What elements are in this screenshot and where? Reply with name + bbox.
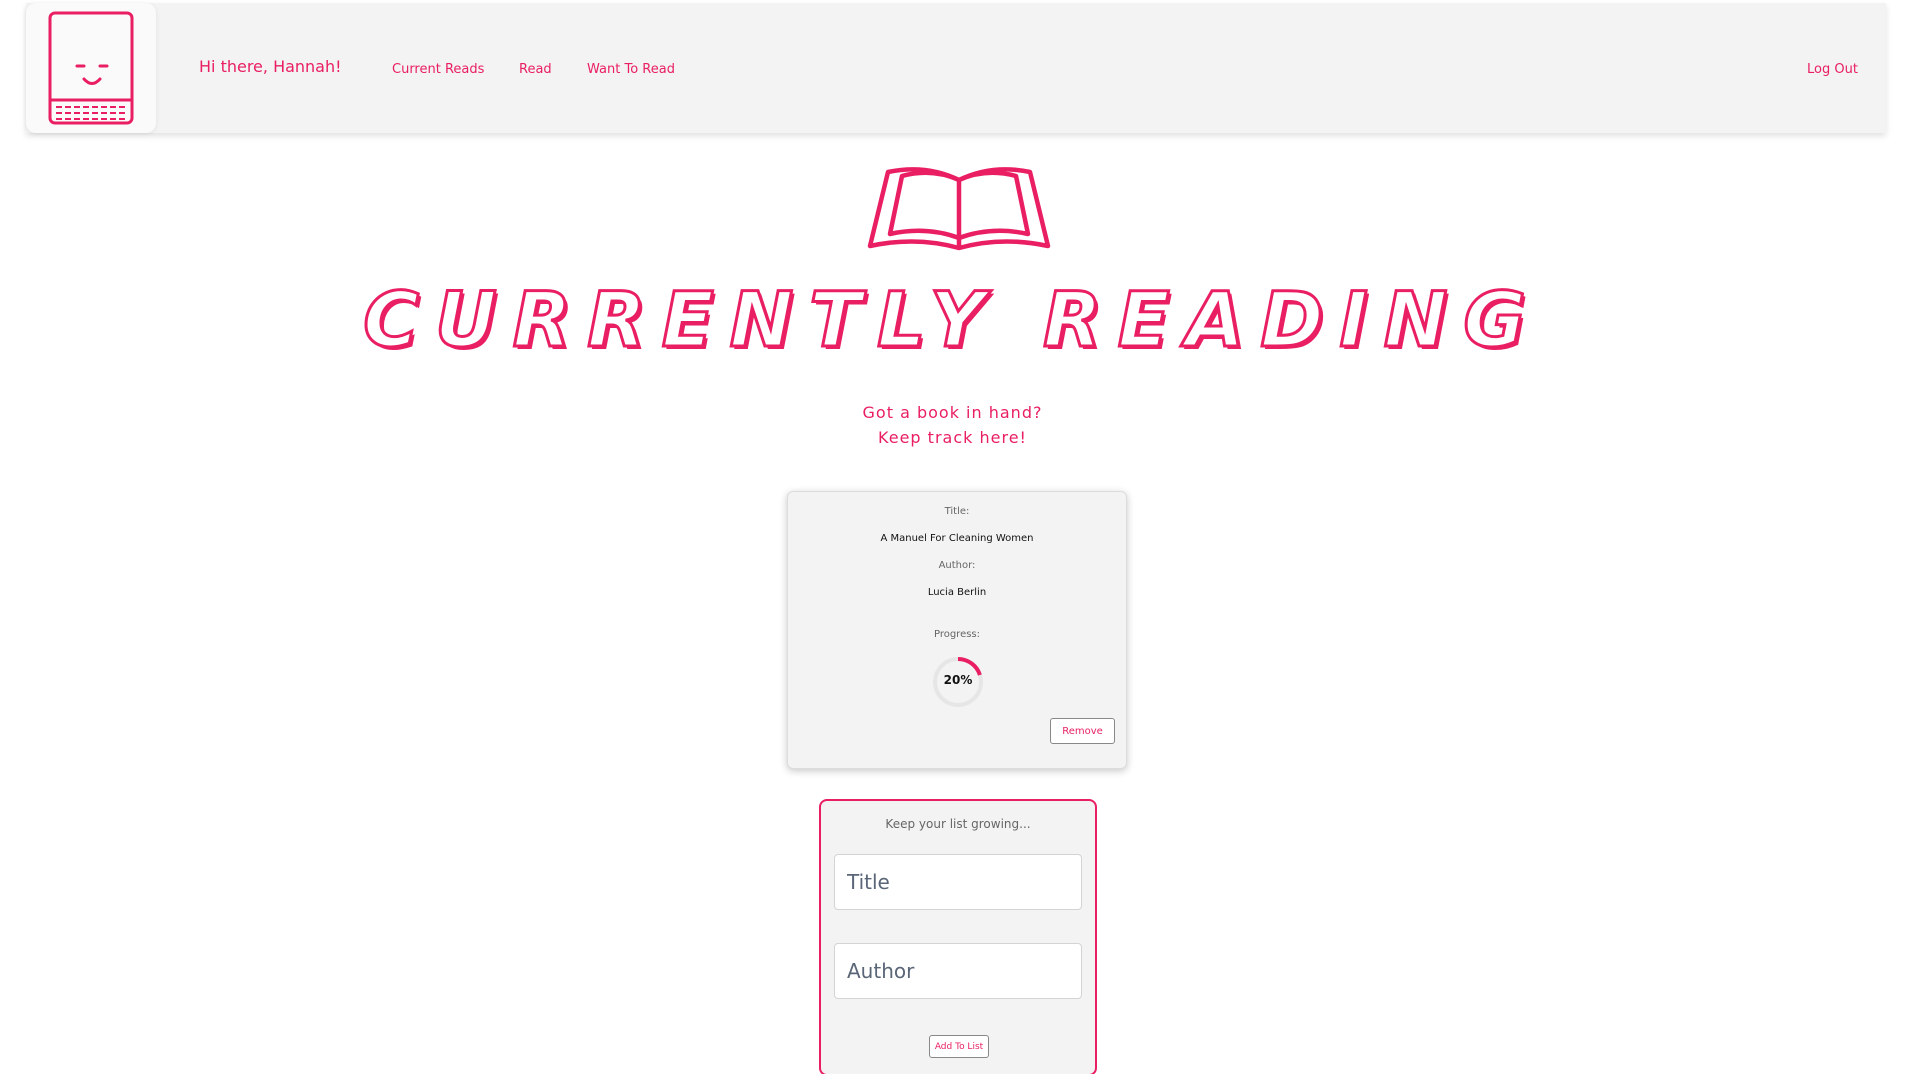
progress-percent: 20%	[943, 673, 973, 687]
author-input[interactable]	[834, 943, 1082, 999]
nav-link-current-reads[interactable]: Current Reads	[392, 62, 484, 77]
title-label: Title:	[944, 506, 970, 517]
book-author: Lucia Berlin	[927, 587, 987, 598]
author-label: Author:	[938, 560, 976, 571]
tagline-line-2: Keep track here!	[878, 428, 1027, 447]
nav-link-read[interactable]: Read	[519, 62, 552, 77]
book-title: A Manuel For Cleaning Women	[880, 533, 1034, 544]
smiling-book-icon	[48, 11, 134, 125]
add-to-list-button[interactable]: Add To List	[929, 1035, 989, 1058]
logout-link[interactable]: Log Out	[1807, 62, 1858, 77]
page-title: CURRENTLY READING	[362, 274, 1542, 366]
navbar: Hi there, Hannah! Current Reads Read Wan…	[26, 3, 1886, 133]
user-greeting: Hi there, Hannah!	[199, 57, 342, 76]
logo[interactable]	[26, 3, 156, 133]
open-book-icon	[867, 167, 1051, 251]
book-card: Title: A Manuel For Cleaning Women Autho…	[787, 491, 1127, 769]
tagline-line-1: Got a book in hand?	[862, 403, 1043, 422]
remove-button[interactable]: Remove	[1050, 718, 1115, 744]
title-input[interactable]	[834, 854, 1082, 910]
form-heading: Keep your list growing...	[885, 817, 1031, 831]
add-book-form: Keep your list growing... Add To List	[819, 799, 1097, 1074]
nav-link-want-to-read[interactable]: Want To Read	[587, 62, 675, 77]
progress-label: Progress:	[933, 629, 981, 640]
